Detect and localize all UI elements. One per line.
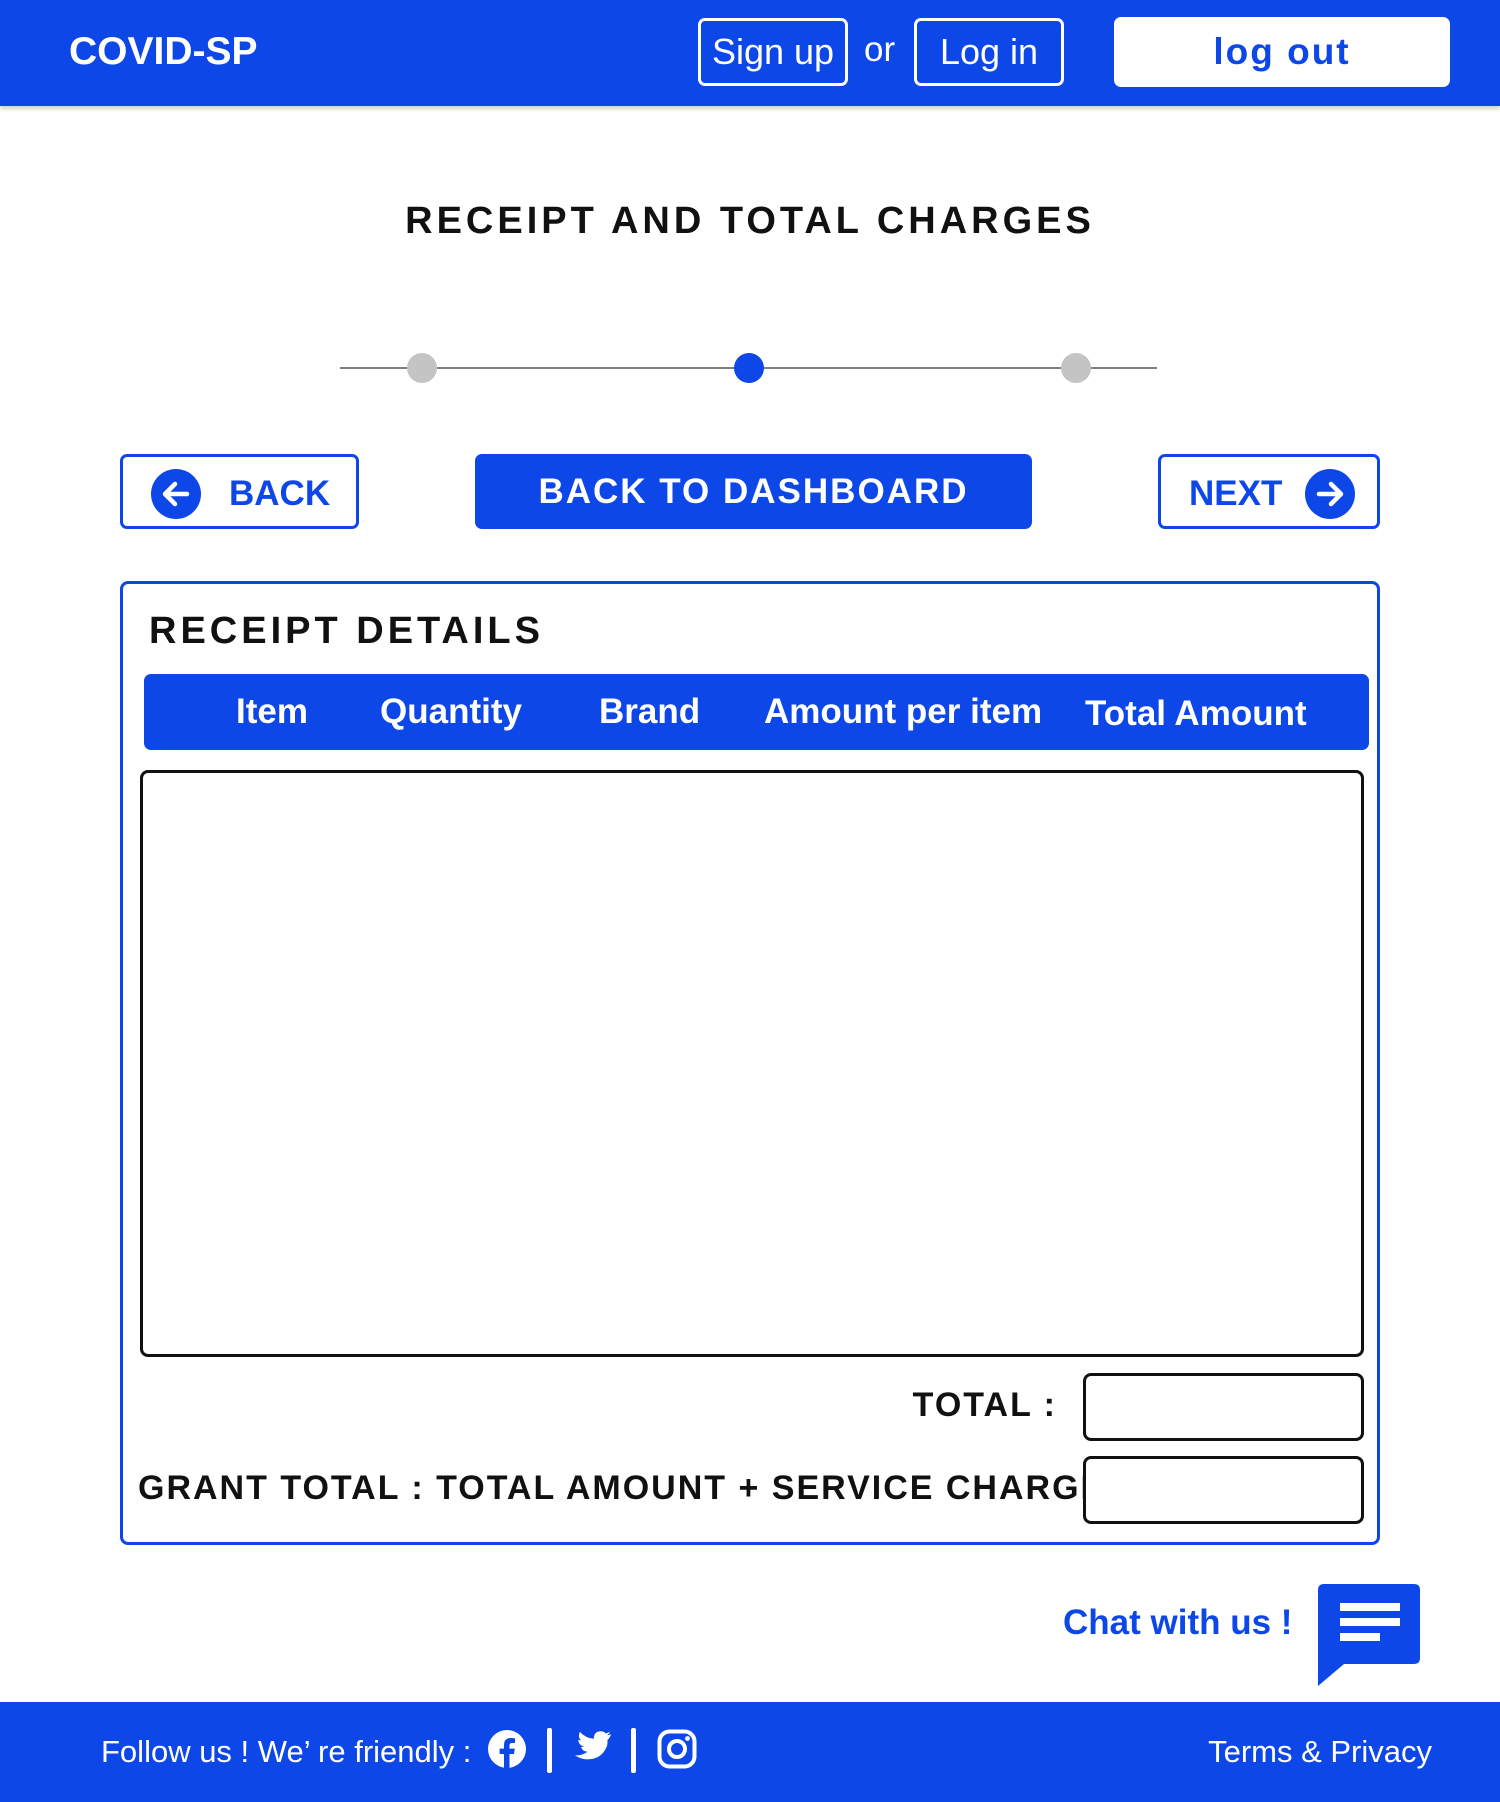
brand-logo[interactable]: COVID-SP — [69, 30, 258, 74]
chat-link[interactable]: Chat with us ! — [1063, 1603, 1292, 1643]
social-separator — [631, 1728, 636, 1773]
back-to-dashboard-button[interactable]: BACK TO DASHBOARD — [475, 454, 1032, 529]
progress-stepper — [340, 352, 1157, 384]
column-header-brand: Brand — [599, 692, 701, 731]
social-separator — [547, 1728, 552, 1773]
receipt-table-body[interactable] — [140, 770, 1364, 1357]
top-navbar: COVID-SP Sign up or Log in log out — [0, 0, 1500, 106]
follow-us-text: Follow us ! We’ re friendly : — [101, 1734, 472, 1769]
back-label: BACK — [229, 474, 331, 513]
grand-total-field[interactable] — [1083, 1456, 1364, 1524]
step-2-dot-active — [734, 353, 764, 383]
instagram-icon[interactable] — [657, 1729, 697, 1774]
receipt-table-header: Item Quantity Brand Amount per item Tota… — [144, 674, 1369, 750]
column-header-amount-per-item: Amount per item — [764, 692, 1043, 731]
total-field[interactable] — [1083, 1373, 1364, 1441]
arrow-right-circle-icon — [1305, 469, 1355, 528]
signup-button[interactable]: Sign up — [698, 18, 848, 86]
login-button[interactable]: Log in — [914, 18, 1064, 86]
column-header-quantity: Quantity — [380, 692, 522, 731]
column-header-total-amount: Total Amount — [1085, 694, 1307, 733]
or-text: or — [864, 30, 896, 69]
receipt-title: RECEIPT DETAILS — [149, 610, 544, 652]
facebook-icon[interactable] — [487, 1729, 527, 1774]
next-label: NEXT — [1189, 474, 1283, 513]
grand-total-label: GRANT TOTAL : TOTAL AMOUNT + SERVICE CHA… — [138, 1469, 1130, 1507]
logout-button[interactable]: log out — [1114, 17, 1450, 87]
step-1-dot — [407, 353, 437, 383]
footer: Follow us ! We’ re friendly : Terms & Pr… — [0, 1702, 1500, 1802]
back-button[interactable]: BACK — [120, 454, 359, 529]
step-3-dot — [1061, 353, 1091, 383]
terms-privacy-link[interactable]: Terms & Privacy — [1208, 1734, 1432, 1770]
chat-bubble-icon[interactable] — [1318, 1584, 1420, 1691]
arrow-left-circle-icon — [151, 469, 201, 528]
twitter-icon[interactable] — [571, 1730, 611, 1771]
total-label: TOTAL : — [912, 1386, 1057, 1424]
receipt-card: RECEIPT DETAILS Item Quantity Brand Amou… — [120, 581, 1380, 1545]
next-button[interactable]: NEXT — [1158, 454, 1380, 529]
column-header-item: Item — [236, 692, 308, 731]
page-title: RECEIPT AND TOTAL CHARGES — [405, 200, 1095, 242]
